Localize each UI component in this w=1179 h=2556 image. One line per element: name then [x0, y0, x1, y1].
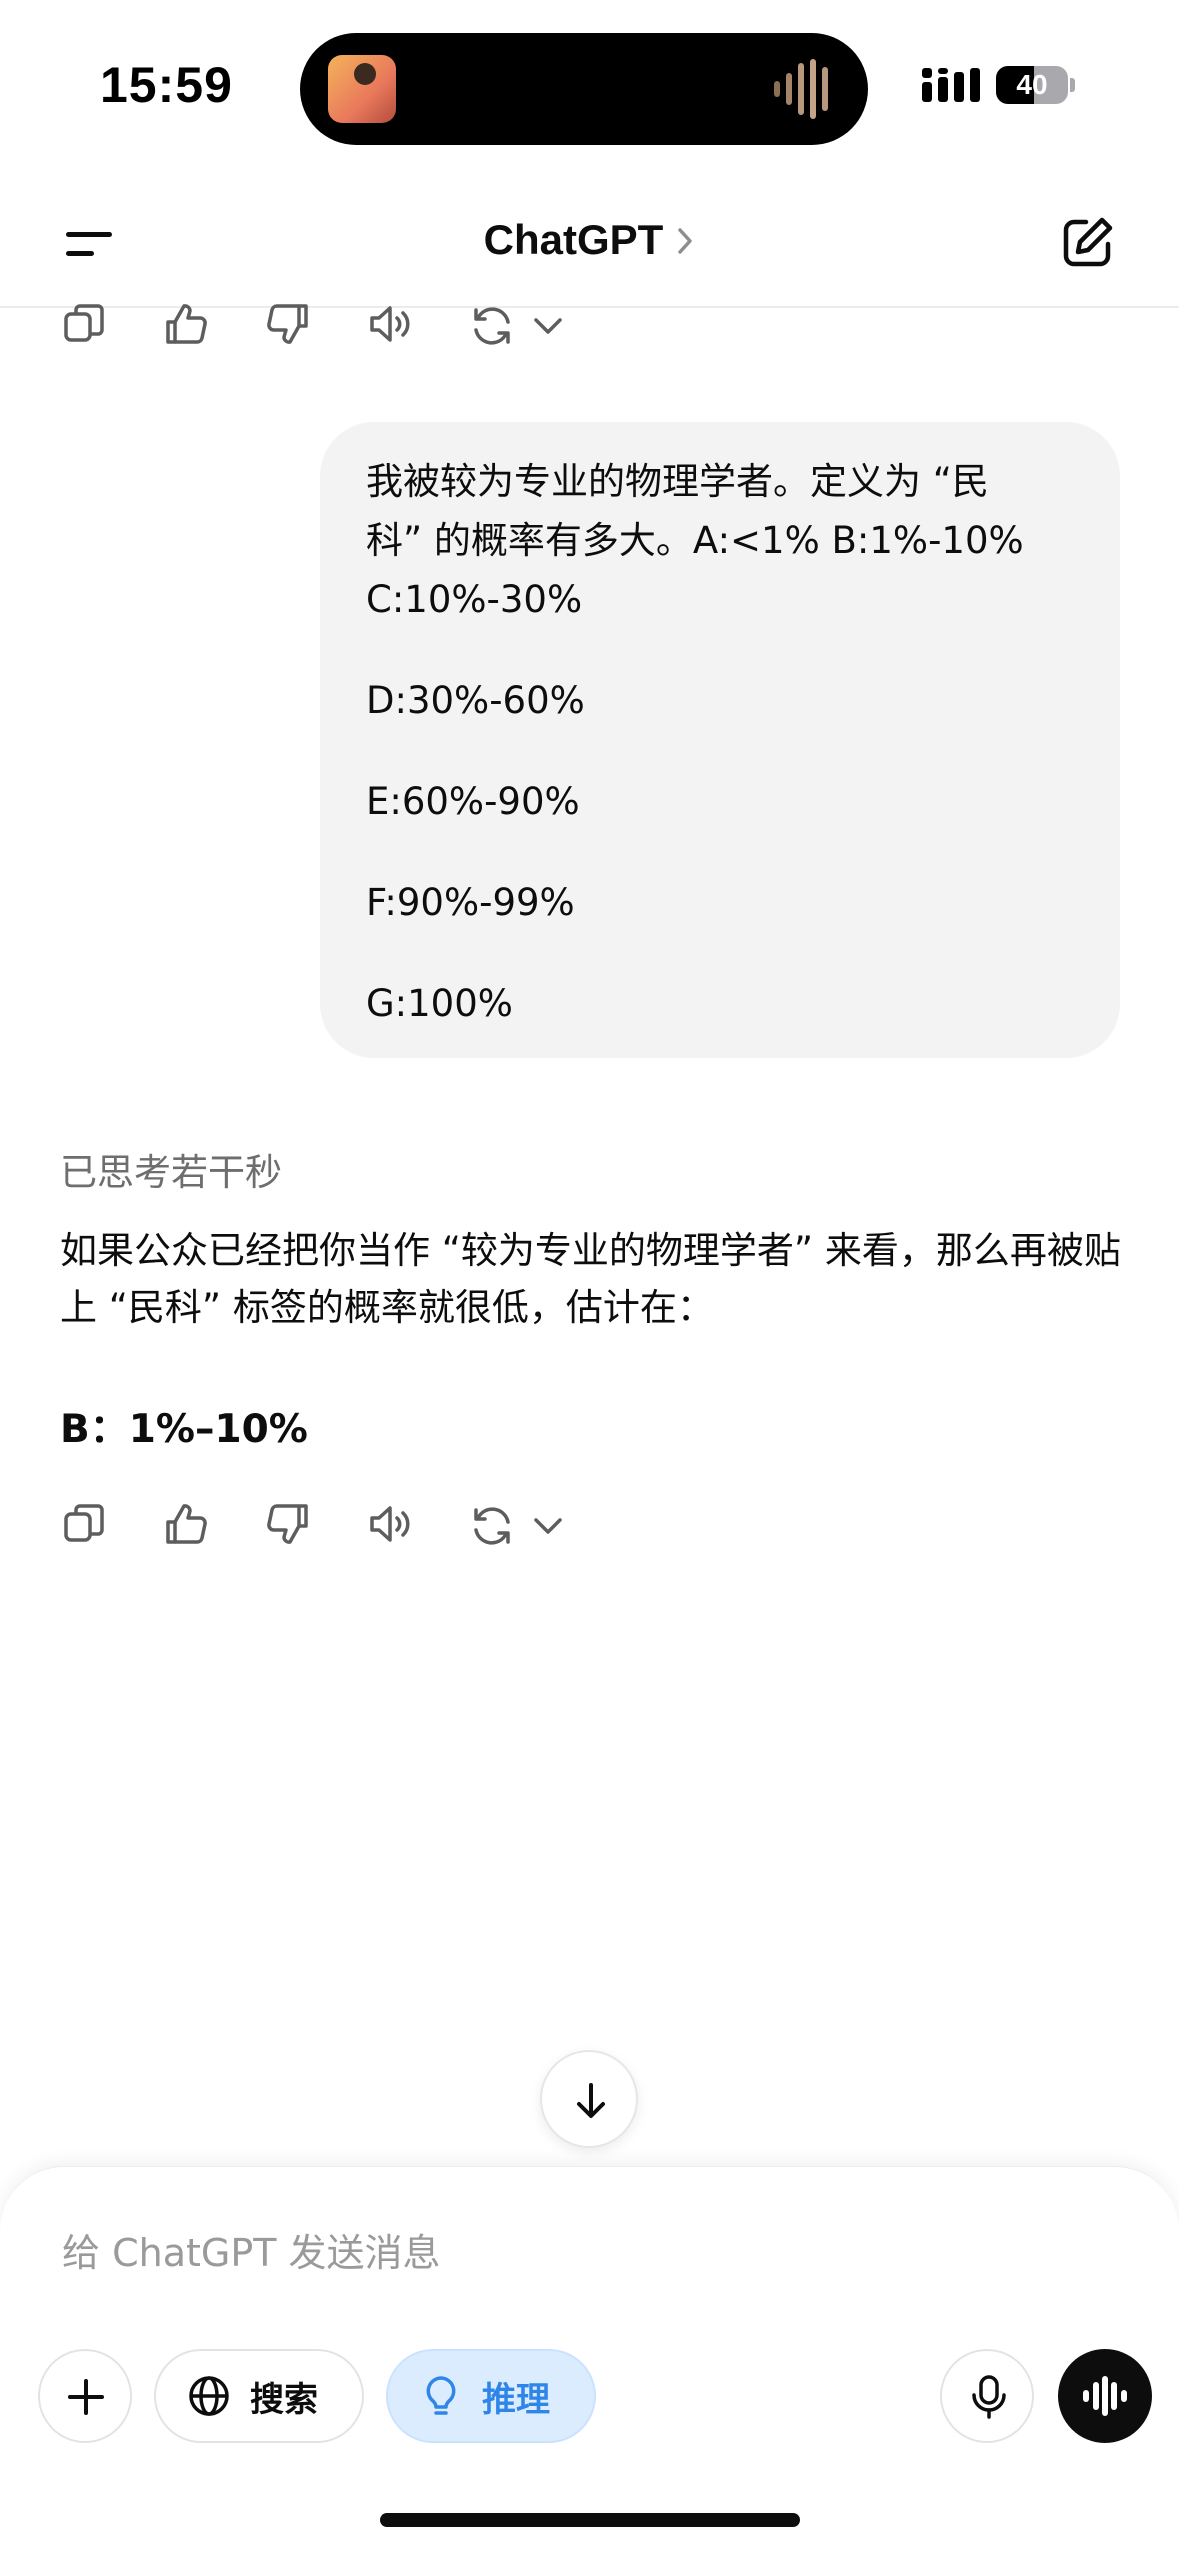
- plus-icon: [68, 2379, 104, 2415]
- microphone-icon: [972, 2375, 1006, 2419]
- home-indicator: [380, 2513, 800, 2527]
- app-header: ChatGPT: [0, 190, 1179, 308]
- chat-screen: 15:59 40 ChatGPT 我被较为专业的物理学者。定义为 “民 科” 的…: [0, 0, 1179, 2556]
- dynamic-island[interactable]: [300, 33, 868, 145]
- speaker-icon: [370, 306, 410, 342]
- regenerate-icon: [474, 307, 510, 345]
- thumbs-up-button[interactable]: [162, 1500, 214, 1552]
- read-aloud-button[interactable]: [366, 1500, 418, 1552]
- audio-waveform-icon: [774, 59, 828, 119]
- copy-button[interactable]: [60, 1500, 112, 1552]
- thumbs-down-icon: [267, 1504, 308, 1544]
- regenerate-button[interactable]: [468, 300, 568, 352]
- reasoning-summary-toggle[interactable]: 已思考若干秒: [60, 1142, 282, 1196]
- assistant-answer: B：1%–10%: [60, 1407, 308, 1452]
- model-selector[interactable]: ChatGPT: [0, 216, 1179, 264]
- globe-icon: [189, 2376, 229, 2416]
- regenerate-button[interactable]: [468, 1500, 568, 1552]
- voice-mode-button[interactable]: [1058, 2349, 1152, 2443]
- message-composer: 搜索 推理: [0, 2166, 1179, 2556]
- user-message-line: 我被较为专业的物理学者。定义为 “民: [366, 460, 989, 503]
- previous-message-actions: [60, 300, 568, 352]
- arrow-down-icon: [577, 2083, 605, 2118]
- battery-cap: [1070, 78, 1075, 92]
- thumbs-down-button[interactable]: [264, 1500, 316, 1552]
- cellular-signal-icon: [922, 68, 980, 102]
- copy-icon: [64, 1504, 104, 1542]
- copy-icon: [64, 304, 104, 342]
- new-chat-icon[interactable]: [1060, 214, 1116, 270]
- lightbulb-icon: [426, 2376, 456, 2415]
- search-toggle-button[interactable]: 搜索: [154, 2349, 364, 2443]
- battery-indicator: 40: [996, 66, 1068, 104]
- search-label: 搜索: [250, 2379, 318, 2420]
- speaker-icon: [370, 1506, 410, 1542]
- status-time: 15:59: [100, 57, 233, 113]
- chevron-down-icon: [534, 1518, 562, 1534]
- assistant-message-actions: [60, 1500, 568, 1552]
- voice-waveform-icon: [1083, 2376, 1127, 2416]
- chevron-right-icon: [678, 228, 693, 254]
- header-title: ChatGPT: [483, 216, 664, 263]
- user-message-line: C:10%-30%: [366, 578, 583, 621]
- scroll-to-bottom-button[interactable]: [540, 2050, 638, 2148]
- chevron-down-icon: [534, 318, 562, 334]
- user-message-option: E:60%-90%: [366, 780, 580, 823]
- user-message-bubble: 我被较为专业的物理学者。定义为 “民 科” 的概率有多大。A:<1% B:1%-…: [320, 422, 1120, 1058]
- reason-label: 推理: [482, 2379, 550, 2420]
- battery-level: 40: [1016, 69, 1048, 100]
- regenerate-icon: [474, 1507, 510, 1545]
- user-message-option: G:100%: [366, 982, 513, 1025]
- thumbs-down-icon: [267, 304, 308, 344]
- copy-button[interactable]: [60, 300, 112, 352]
- read-aloud-button[interactable]: [366, 300, 418, 352]
- assistant-message-text: 如果公众已经把你当作 “较为专业的物理学者” 来看，那么再被贴上 “民科” 标签…: [60, 1229, 1121, 1329]
- user-message-line: 科” 的概率有多大。A:<1% B:1%-10%: [366, 519, 1024, 562]
- thumbs-up-icon: [166, 1504, 207, 1544]
- thumbs-up-icon: [166, 304, 207, 344]
- user-message-option: D:30%-60%: [366, 679, 585, 722]
- user-message-option: F:90%-99%: [366, 881, 575, 924]
- reason-toggle-button[interactable]: 推理: [386, 2349, 596, 2443]
- thumbs-up-button[interactable]: [162, 300, 214, 352]
- now-playing-artwork: [328, 55, 396, 123]
- dictate-button[interactable]: [940, 2349, 1034, 2443]
- attach-button[interactable]: [38, 2349, 132, 2443]
- thumbs-down-button[interactable]: [264, 300, 316, 352]
- message-input[interactable]: [62, 2223, 1112, 2283]
